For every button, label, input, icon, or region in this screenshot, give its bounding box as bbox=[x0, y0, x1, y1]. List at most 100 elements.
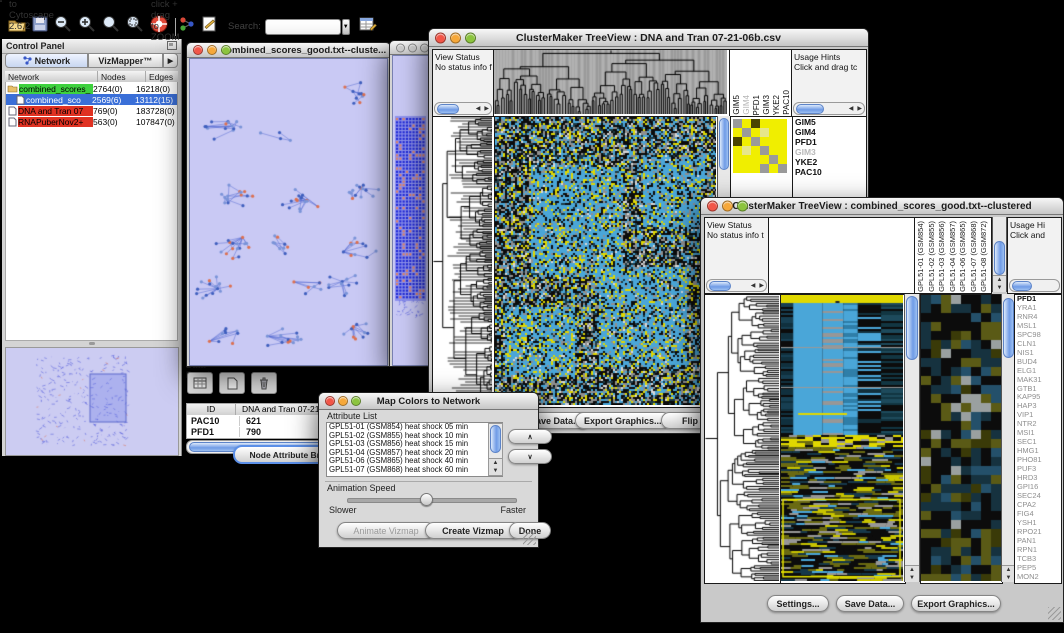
treeview-dna-titlebar[interactable]: ClusterMaker TreeView : DNA and Tran 07-… bbox=[429, 29, 868, 47]
network-canvas-2[interactable] bbox=[392, 55, 428, 366]
scroll-arrows[interactable]: ▲ ▼ bbox=[489, 458, 502, 475]
resize-grip[interactable] bbox=[523, 532, 536, 545]
scroll-right-icon[interactable]: ▶ bbox=[757, 283, 766, 289]
zoom-window-icon[interactable] bbox=[737, 201, 748, 212]
tab-vizmapper[interactable]: VizMapper™ bbox=[88, 53, 163, 68]
minimize-icon[interactable] bbox=[408, 43, 417, 52]
close-icon[interactable] bbox=[435, 32, 446, 43]
scroll-down-icon[interactable]: ▼ bbox=[489, 467, 502, 475]
search-input[interactable] bbox=[265, 19, 341, 35]
window-controls[interactable] bbox=[396, 43, 429, 52]
save-data-button[interactable]: Save Data... bbox=[836, 595, 904, 612]
treeview-combined-titlebar[interactable]: ClusterMaker TreeView : combined_scores_… bbox=[701, 198, 1063, 215]
new-attribute-icon[interactable] bbox=[219, 372, 245, 394]
gene-label[interactable]: MON2 bbox=[1015, 573, 1061, 582]
zoom-heatmap-panel[interactable] bbox=[920, 294, 1003, 584]
network-view-titlebar[interactable]: combined_scores_good.txt--cluste... bbox=[187, 43, 390, 58]
zoom-window-icon[interactable] bbox=[351, 396, 361, 406]
scrollbar-thumb[interactable] bbox=[719, 118, 729, 170]
scroll-down-icon[interactable]: ▼ bbox=[905, 574, 919, 582]
network-view-2-titlebar[interactable] bbox=[390, 41, 431, 55]
attribute-list-vscrollbar[interactable]: ▲ ▼ bbox=[488, 423, 503, 476]
scroll-down-icon[interactable]: ▼ bbox=[993, 284, 1006, 292]
heatmap-panel[interactable] bbox=[494, 116, 719, 408]
dialog-titlebar[interactable]: Map Colors to Network bbox=[319, 393, 538, 410]
delete-attribute-icon[interactable] bbox=[251, 372, 277, 394]
scroll-arrows[interactable]: ▲ ▼ bbox=[905, 565, 919, 582]
network-canvas[interactable] bbox=[189, 58, 388, 366]
close-icon[interactable] bbox=[193, 45, 203, 55]
column-tree-panel[interactable] bbox=[768, 217, 915, 294]
column-dendrogram-panel[interactable] bbox=[493, 49, 730, 117]
gene-label[interactable]: PAC10 bbox=[793, 167, 866, 177]
zoom-selected-icon[interactable] bbox=[125, 14, 145, 39]
close-icon[interactable] bbox=[707, 201, 718, 212]
settings-button[interactable]: Settings... bbox=[767, 595, 829, 612]
col-network[interactable]: Network bbox=[5, 71, 98, 82]
tab-overflow-button[interactable]: ▶ bbox=[163, 53, 178, 68]
scroll-up-icon[interactable]: ▲ bbox=[905, 566, 919, 574]
zoom-out-icon[interactable] bbox=[53, 14, 73, 39]
zoom-in-icon[interactable] bbox=[77, 14, 97, 39]
scrollbar-thumb[interactable] bbox=[490, 425, 501, 453]
scrollbar-thumb[interactable] bbox=[906, 296, 918, 360]
window-controls[interactable] bbox=[707, 201, 748, 212]
close-icon[interactable] bbox=[396, 43, 405, 52]
zoom-window-icon[interactable] bbox=[221, 45, 231, 55]
row-dendrogram-panel[interactable] bbox=[704, 294, 782, 584]
scroll-right-icon[interactable]: ▶ bbox=[482, 106, 491, 112]
gene-list-panel[interactable]: PFD1YRA1RNR4MSL1SPC98CLN1NIS1BUD4ELG1MAK… bbox=[1014, 294, 1062, 584]
scroll-left-icon[interactable]: ◀ bbox=[749, 283, 758, 289]
create-vizmap-button[interactable]: Create Vizmap bbox=[425, 522, 521, 539]
minimize-icon[interactable] bbox=[450, 32, 461, 43]
usage-hints-hscrollbar[interactable] bbox=[1009, 279, 1060, 292]
view-status-hscrollbar[interactable]: ◀ ▶ bbox=[706, 279, 767, 292]
network-row-rnapuber[interactable]: RNAPuberNov2+ 563(0) 107847(0) bbox=[6, 116, 177, 127]
minimize-icon[interactable] bbox=[207, 45, 217, 55]
scrollbar-thumb[interactable] bbox=[1003, 298, 1014, 358]
attribute-table-icon[interactable] bbox=[187, 372, 213, 394]
attribute-list[interactable]: GPL51-01 (GSM854) heat shock 05 minGPL51… bbox=[326, 422, 503, 477]
gene-label[interactable]: PFD1 bbox=[793, 137, 866, 147]
scroll-right-icon[interactable]: ▶ bbox=[855, 106, 864, 112]
resize-grip[interactable] bbox=[1048, 607, 1061, 620]
network-row-dna-tran[interactable]: DNA and Tran 07 769(0) 183728(0) bbox=[6, 105, 177, 116]
attribute-editor-icon[interactable] bbox=[358, 15, 377, 38]
scroll-up-icon[interactable]: ▲ bbox=[489, 459, 502, 467]
window-controls[interactable] bbox=[193, 45, 231, 55]
window-controls[interactable] bbox=[435, 32, 476, 43]
gene-label[interactable]: GIM5 bbox=[793, 117, 866, 127]
scroll-left-icon[interactable]: ◀ bbox=[847, 106, 856, 112]
search-options-icon[interactable]: ▼ bbox=[342, 19, 350, 35]
attribute-item[interactable]: GPL51-07 (GSM868) heat shock 60 min bbox=[327, 466, 502, 475]
panel-splitter[interactable] bbox=[5, 340, 178, 346]
zoom-window-icon[interactable] bbox=[465, 32, 476, 43]
row-dendrogram-panel[interactable] bbox=[432, 116, 495, 408]
col-nodes[interactable]: Nodes bbox=[98, 71, 146, 82]
move-down-button[interactable]: ∨ bbox=[508, 449, 552, 464]
export-graphics-button[interactable]: Export Graphics... bbox=[575, 412, 671, 429]
export-graphics-button[interactable]: Export Graphics... bbox=[911, 595, 1001, 612]
minimize-icon[interactable] bbox=[338, 396, 348, 406]
scroll-left-icon[interactable]: ◀ bbox=[474, 106, 483, 112]
view-status-hscrollbar[interactable]: ◀ ▶ bbox=[434, 102, 492, 115]
gene-label[interactable]: GIM4 bbox=[793, 127, 866, 137]
window-controls[interactable] bbox=[325, 396, 361, 406]
network-row-combined-scores[interactable]: combined_scores_ 2764(0) 16218(0) bbox=[6, 83, 177, 94]
col-edges[interactable]: Edges bbox=[146, 71, 178, 82]
speed-slider-thumb[interactable] bbox=[420, 493, 433, 506]
plugin-manager-icon[interactable] bbox=[178, 15, 196, 38]
birdseye-overview[interactable] bbox=[5, 347, 179, 456]
usage-hints-hscrollbar[interactable]: ◀ ▶ bbox=[793, 102, 865, 115]
scrollbar-thumb[interactable] bbox=[994, 241, 1005, 275]
heatmap-vscrollbar[interactable]: ▲ ▼ bbox=[904, 294, 920, 582]
minimize-icon[interactable] bbox=[722, 201, 733, 212]
gene-label[interactable]: GIM3 bbox=[793, 147, 866, 157]
network-row-combined-sco-selected[interactable]: combined_sco 2569(6) 13112(15) bbox=[6, 94, 177, 105]
scroll-up-icon[interactable]: ▲ bbox=[993, 276, 1006, 284]
zoom-fit-icon[interactable] bbox=[101, 14, 121, 39]
gene-label[interactable]: YKE2 bbox=[793, 157, 866, 167]
animate-vizmap-button[interactable]: Animate Vizmap bbox=[337, 522, 435, 539]
labels-vscrollbar[interactable]: ▲ ▼ bbox=[992, 217, 1007, 292]
close-icon[interactable] bbox=[325, 396, 335, 406]
